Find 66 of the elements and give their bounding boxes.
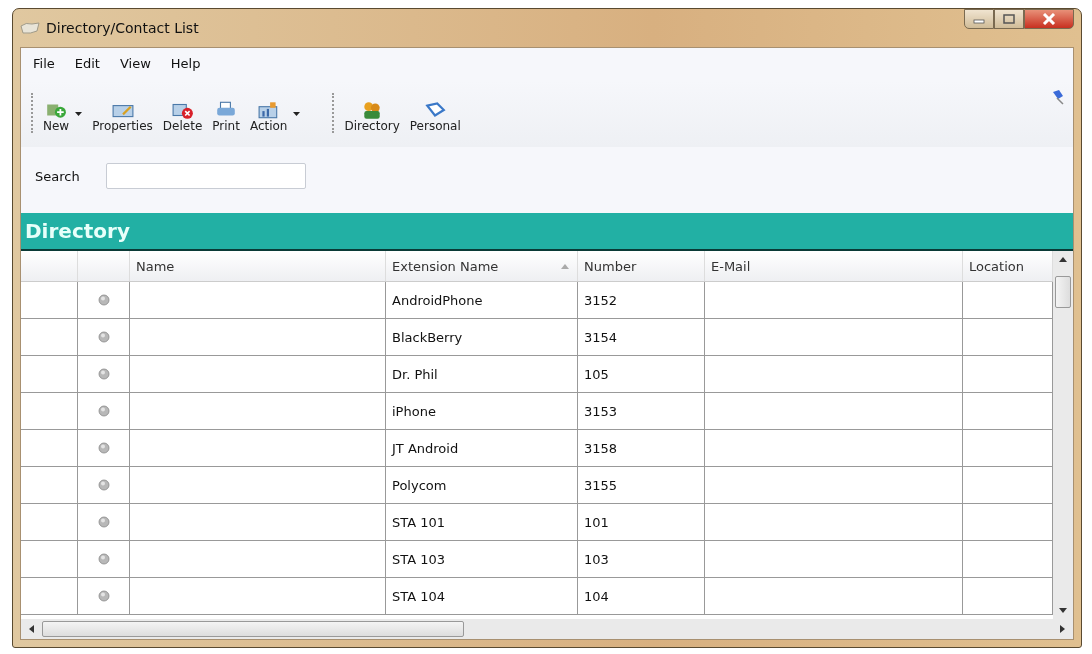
table-cell: 3152 [578,282,705,318]
scroll-thumb[interactable] [1055,276,1071,308]
table-cell: 3158 [578,430,705,466]
column-header[interactable]: Number [578,251,705,281]
status-dot-icon [97,590,110,602]
maximize-icon [1002,14,1016,24]
status-dot-icon [97,516,110,528]
caret-icon [75,112,83,116]
status-dot-icon [97,553,110,565]
scroll-up-icon[interactable] [1059,257,1067,262]
caret-icon [293,112,301,116]
menu-item[interactable]: File [33,56,55,71]
directory-button[interactable]: Directory [342,101,402,133]
window-title: Directory/Contact List [46,20,199,36]
close-icon [1042,13,1056,25]
status-dot-icon [97,294,110,306]
table-cell: BlackBerry [386,319,578,355]
chart-icon [257,101,280,119]
horizontal-scrollbar[interactable] [21,619,1073,639]
new-button[interactable]: New [41,101,85,133]
delete-button[interactable]: Delete [160,101,205,133]
table-cell: 104 [578,578,705,614]
column-header[interactable]: Extension Name [386,251,578,281]
table-cell: 101 [578,504,705,540]
status-dot-icon [97,368,110,380]
table-cell: Dr. Phil [386,356,578,392]
column-header[interactable]: E-Mail [705,251,963,281]
table-cell: 3155 [578,467,705,503]
table-cell: JT Android [386,430,578,466]
vertical-scrollbar[interactable] [1053,251,1073,619]
table-cell: 103 [578,541,705,577]
table-cell: STA 103 [386,541,578,577]
maximize-button[interactable] [994,9,1024,29]
table-cell: iPhone [386,393,578,429]
minimize-button[interactable] [964,9,994,29]
status-dot-icon [97,479,110,491]
printer-icon [215,101,238,119]
table-cell: 105 [578,356,705,392]
table-cell: 3153 [578,393,705,429]
status-dot-icon [97,331,110,343]
search-field[interactable] [105,163,306,189]
action-button[interactable]: Action [247,101,303,133]
scroll-down-icon[interactable] [1059,608,1067,613]
table-cell: STA 104 [386,578,578,614]
menu-item[interactable]: Help [170,56,201,71]
menu-item[interactable]: Edit [74,56,100,71]
table-cell: 3154 [578,319,705,355]
menu-item[interactable]: View [119,56,151,71]
column-header[interactable]: Name [130,251,386,281]
scroll-right-icon[interactable] [1060,625,1065,633]
tag-icon [424,101,447,119]
app-icon [20,21,40,35]
section-header: Directory [21,213,1073,251]
close-button[interactable] [1024,9,1074,29]
table-cell: Polycom [386,467,578,503]
personal-button[interactable]: Personal [407,101,463,133]
search-label: Search [35,168,80,184]
print-button[interactable]: Print [210,101,242,133]
table-cell: STA 101 [386,504,578,540]
scroll-thumb[interactable] [42,621,464,637]
table-cell: AndroidPhone [386,282,578,318]
status-dot-icon [97,405,110,417]
status-dot-icon [97,442,110,454]
scroll-left-icon[interactable] [29,625,34,633]
properties-button[interactable]: Properties [90,101,155,133]
card-delete-icon [171,101,194,119]
